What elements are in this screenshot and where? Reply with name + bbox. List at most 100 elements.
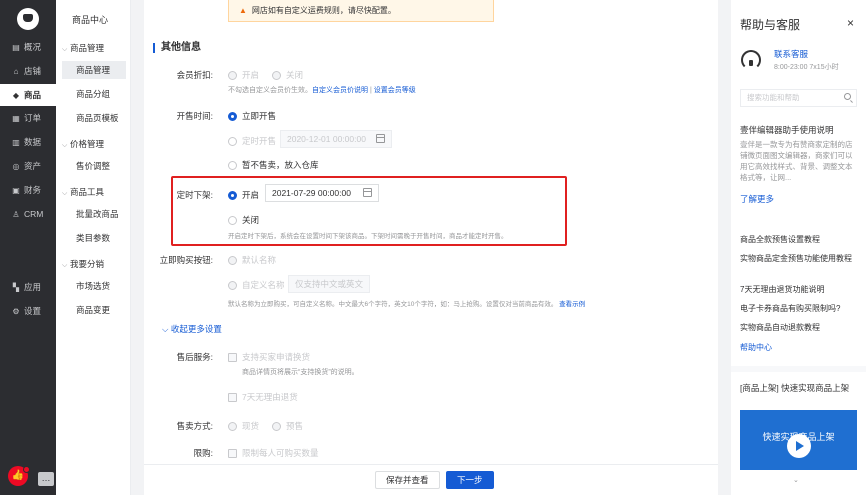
- headset-icon: [741, 50, 761, 70]
- scheduled-off-on-radio[interactable]: 开启: [228, 189, 259, 201]
- nav-item-goods[interactable]: ◆ 商品: [0, 84, 56, 106]
- help-link[interactable]: 7天无理由退货功能说明: [740, 284, 860, 295]
- contact-service-link[interactable]: 联系客服: [774, 48, 808, 60]
- radio-icon: [228, 255, 237, 265]
- radio-icon: [228, 160, 237, 170]
- nav-item-crm[interactable]: ♙ CRM: [0, 203, 56, 225]
- nav-item-finance[interactable]: ▣ 财务: [0, 179, 56, 201]
- member-discount-help: 不勾选自定义会员价生效。自定义会员价说明 | 设置会员等级: [228, 85, 416, 95]
- sale-warehouse-radio[interactable]: 暂不售卖，放入仓库: [228, 159, 319, 171]
- radio-icon: [228, 136, 237, 146]
- member-level-link[interactable]: 设置会员等级: [374, 87, 416, 94]
- sale-mode-presale-radio[interactable]: 预售: [272, 420, 303, 432]
- after-sale-7day-checkbox[interactable]: 7天无理由退货: [228, 391, 298, 403]
- nav-item-overview[interactable]: ▤ 概况: [0, 36, 56, 58]
- subnav-item-page-template[interactable]: 商品页模板: [62, 109, 126, 127]
- help-search-input[interactable]: 搜索功能和帮助: [740, 89, 857, 107]
- limit-checkbox[interactable]: 限制每人可购买数量: [228, 447, 319, 459]
- view-example-link[interactable]: 查看示例: [559, 301, 585, 308]
- after-sale-exchange-checkbox[interactable]: 支持买家申请换货: [228, 351, 310, 363]
- sale-now-radio[interactable]: 立即开售: [228, 110, 276, 122]
- sale-mode-spot-radio[interactable]: 现货: [228, 420, 259, 432]
- subnav-group-tools[interactable]: ⌵ 商品工具: [62, 186, 104, 198]
- subnav-group-price[interactable]: ⌵ 价格管理: [62, 138, 104, 150]
- play-icon[interactable]: [787, 434, 811, 458]
- next-step-button[interactable]: 下一步: [446, 471, 494, 489]
- nav-item-assets[interactable]: ◎ 资产: [0, 155, 56, 177]
- learn-more-link[interactable]: 了解更多: [740, 193, 774, 205]
- subnav-item-batch-edit[interactable]: 批量改商品: [62, 205, 126, 223]
- nav-item-store[interactable]: ⌂ 店铺: [0, 60, 56, 82]
- radio-checked-icon: [228, 111, 237, 121]
- help-link[interactable]: 商品全款预售设置教程: [740, 234, 860, 245]
- subnav-item-goods-manage[interactable]: 商品管理: [62, 61, 126, 79]
- nav-item-orders[interactable]: ▦ 订单: [0, 107, 56, 129]
- subnav-group-label: 价格管理: [70, 139, 105, 149]
- help-link[interactable]: 实物商品自动退款教程: [740, 322, 860, 333]
- sale-scheduled-date-input[interactable]: 2020-12-01 00:00:00: [280, 130, 392, 148]
- warning-banner: ▲ 网店如有自定义运费规则，请尽快配置。: [228, 0, 494, 22]
- order-icon: ▦: [12, 113, 20, 123]
- checkbox-icon: [228, 448, 237, 458]
- option-label: 立即开售: [242, 111, 277, 121]
- buy-button-custom-radio[interactable]: 自定义名称: [228, 279, 285, 291]
- subnav-item-category-params[interactable]: 类目参数: [62, 229, 126, 247]
- sale-scheduled-radio[interactable]: 定时开售: [228, 135, 276, 147]
- store-logo-icon[interactable]: [17, 8, 39, 30]
- subnav-item-goods-group[interactable]: 商品分组: [62, 85, 126, 103]
- subnav-item-market[interactable]: 市场选货: [62, 277, 126, 295]
- member-price-link[interactable]: 自定义会员价说明: [312, 87, 368, 94]
- warning-icon: ▲: [239, 6, 247, 15]
- nav-item-settings[interactable]: ⚙ 设置: [0, 300, 56, 322]
- radio-icon: [272, 421, 281, 431]
- scheduled-off-label: 定时下架:: [176, 190, 213, 200]
- main-form: ▲ 网店如有自定义运费规则，请尽快配置。 其他信息 会员折扣: 开启 关闭 不勾选…: [144, 0, 718, 495]
- option-label: 暂不售卖，放入仓库: [242, 160, 319, 170]
- sub-navigation: 商品中心 ⌵ 商品管理 商品管理 商品分组 商品页模板 ⌵ 价格管理 售价调整 ⌵ 商…: [56, 0, 131, 495]
- subnav-group-goods-manage[interactable]: ⌵ 商品管理: [62, 42, 104, 54]
- help-text: 默认名称为立即购买，可自定义名称。中文最大6个字符，英文10个字符，如：马上抢购…: [228, 301, 558, 308]
- warning-text: 网店如有自定义运费规则，请尽快配置。: [251, 6, 396, 15]
- radio-icon: [228, 215, 237, 225]
- help-link[interactable]: 实物商品定金预售功能使用教程: [740, 253, 860, 264]
- nav-item-apps[interactable]: ▚ 应用: [0, 276, 56, 298]
- save-and-view-button[interactable]: 保存并查看: [375, 471, 440, 489]
- collapse-label: 收起更多设置: [170, 324, 222, 334]
- subnav-item-goods-change[interactable]: 商品变更: [62, 301, 126, 319]
- dashboard-icon: ▤: [12, 42, 20, 52]
- subnav-group-distribution[interactable]: ⌵ 我要分销: [62, 258, 104, 270]
- option-label: 定时开售: [242, 136, 277, 146]
- option-label: 限制每人可购买数量: [242, 448, 319, 458]
- option-label: 开启: [242, 190, 260, 200]
- search-icon[interactable]: [844, 93, 851, 100]
- help-center-link[interactable]: 帮助中心: [740, 342, 772, 353]
- chat-icon[interactable]: …: [38, 472, 54, 486]
- help-link[interactable]: 电子卡券商品有购买限制吗?: [740, 303, 860, 314]
- nav-label: 订单: [24, 113, 42, 123]
- subnav-item-price-adjust[interactable]: 售价调整: [62, 157, 126, 175]
- member-discount-off-radio[interactable]: 关闭: [272, 69, 303, 81]
- asset-icon: ◎: [12, 161, 20, 171]
- chevron-down-icon: ⌵: [62, 46, 68, 53]
- chevron-down-icon[interactable]: ⌄: [793, 476, 799, 484]
- chevron-down-icon: ⌵: [62, 262, 68, 269]
- close-icon[interactable]: ×: [847, 16, 854, 30]
- collapse-settings-toggle[interactable]: ⌵ 收起更多设置: [162, 323, 222, 335]
- member-discount-on-radio[interactable]: 开启: [228, 69, 259, 81]
- buy-button-custom-input[interactable]: 仅支持中文或英文: [288, 275, 370, 293]
- nav-label: CRM: [24, 209, 44, 219]
- buy-button-help: 默认名称为立即购买，可自定义名称。中文最大6个字符，英文10个字符，如：马上抢购…: [228, 298, 585, 308]
- video-title[interactable]: [商品上架] 快速实现商品上架: [740, 382, 858, 394]
- settings-icon: ⚙: [12, 306, 20, 316]
- article-description: 壹伴是一款专为有赞商家定制的店铺微页面图文编辑器，商家们可以用它高效找样式、背景…: [740, 140, 853, 182]
- thumbs-up-icon[interactable]: 👍: [8, 466, 30, 486]
- subnav-group-label: 我要分销: [70, 259, 105, 269]
- buy-button-default-radio[interactable]: 默认名称: [228, 254, 276, 266]
- article-title[interactable]: 壹伴编辑器助手使用说明: [740, 124, 834, 136]
- scheduled-off-datetime-input[interactable]: 2021-07-29 00:00:00: [265, 184, 379, 202]
- nav-item-data[interactable]: ▥ 数据: [0, 131, 56, 153]
- option-label: 支持买家申请换货: [242, 352, 311, 362]
- scheduled-off-off-radio[interactable]: 关闭: [228, 214, 259, 226]
- video-thumbnail[interactable]: 快速实现商品上架: [740, 410, 857, 470]
- radio-icon: [272, 70, 281, 80]
